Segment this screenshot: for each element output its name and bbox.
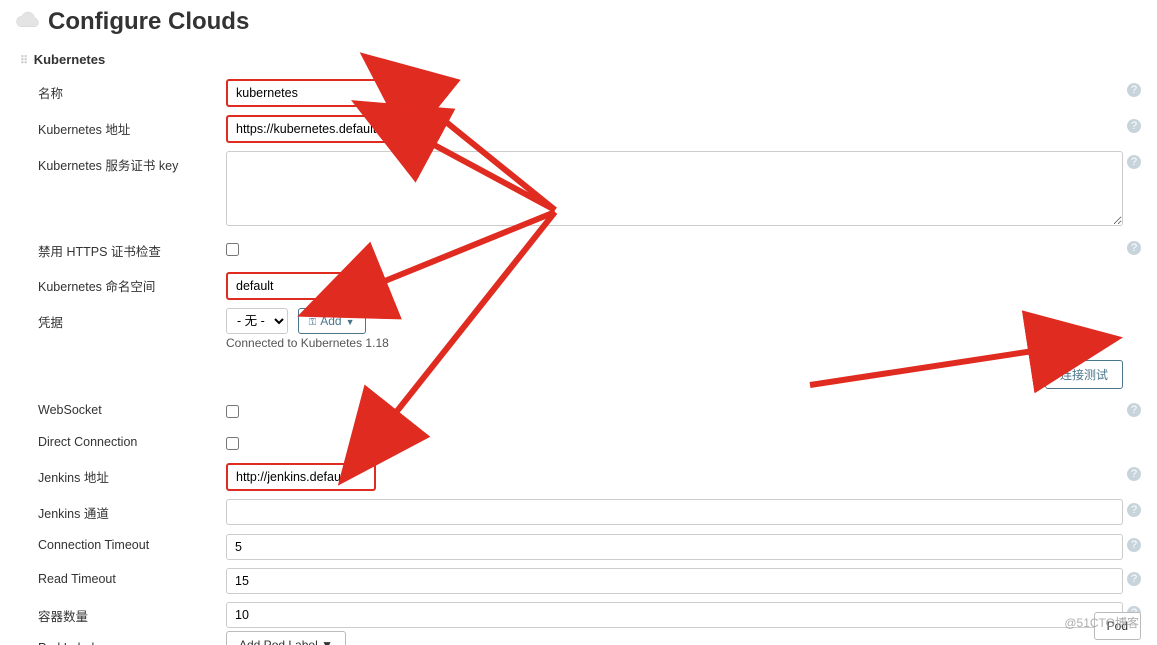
connection-status-text: Connected to Kubernetes 1.18 <box>226 336 1123 350</box>
jenkins-tunnel-input[interactable] <box>226 499 1123 525</box>
section-kubernetes-title: ⠿ Kubernetes <box>20 52 1157 67</box>
label-credentials: 凭据 <box>20 306 226 337</box>
help-icon[interactable]: ? <box>1127 119 1141 133</box>
label-connection-timeout: Connection Timeout <box>20 532 226 558</box>
websocket-checkbox[interactable] <box>226 405 239 418</box>
label-read-timeout: Read Timeout <box>20 566 226 592</box>
disable-https-checkbox[interactable] <box>226 243 239 256</box>
cert-key-textarea[interactable] <box>226 151 1123 226</box>
drag-handle-icon[interactable]: ⠿ <box>20 54 27 67</box>
help-icon[interactable]: ? <box>1127 403 1141 417</box>
direct-connection-checkbox[interactable] <box>226 437 239 450</box>
label-websocket: WebSocket <box>20 397 226 423</box>
label-cert-key: Kubernetes 服务证书 key <box>20 149 226 180</box>
label-kube-url: Kubernetes 地址 <box>20 113 226 144</box>
namespace-input[interactable] <box>226 272 356 300</box>
watermark-text: @51CTO博客 <box>1064 614 1139 631</box>
help-icon[interactable]: ? <box>1127 241 1141 255</box>
help-icon[interactable]: ? <box>1127 155 1141 169</box>
help-icon[interactable]: ? <box>1127 572 1141 586</box>
cloud-icon <box>12 10 42 34</box>
label-namespace: Kubernetes 命名空间 <box>20 270 226 301</box>
add-pod-label-button[interactable]: Add Pod Label ▼ <box>226 631 346 645</box>
page-title: Configure Clouds <box>48 8 249 36</box>
key-icon: ⚿ <box>309 317 317 328</box>
name-input[interactable] <box>226 79 416 107</box>
kube-url-input[interactable] <box>226 115 416 143</box>
page-header: Configure Clouds <box>0 0 1157 46</box>
container-cap-input[interactable] <box>226 602 1123 628</box>
help-icon[interactable]: ? <box>1127 83 1141 97</box>
label-disable-https: 禁用 HTTPS 证书检查 <box>20 235 226 266</box>
label-pod-labels: Pod Labels <box>20 635 226 645</box>
jenkins-url-input[interactable] <box>226 463 376 491</box>
label-jenkins-tunnel: Jenkins 通道 <box>20 497 226 528</box>
test-connection-button[interactable]: 连接测试 <box>1045 360 1123 389</box>
add-credentials-button[interactable]: ⚿Add▼ <box>298 308 366 334</box>
label-name: 名称 <box>20 77 226 108</box>
label-container-cap: 容器数量 <box>20 600 226 631</box>
label-direct-connection: Direct Connection <box>20 429 226 455</box>
help-icon[interactable]: ? <box>1127 467 1141 481</box>
connection-timeout-input[interactable] <box>226 534 1123 560</box>
read-timeout-input[interactable] <box>226 568 1123 594</box>
label-jenkins-url: Jenkins 地址 <box>20 461 226 492</box>
help-icon[interactable]: ? <box>1127 538 1141 552</box>
credentials-select[interactable]: - 无 - <box>226 308 288 334</box>
help-icon[interactable]: ? <box>1127 503 1141 517</box>
